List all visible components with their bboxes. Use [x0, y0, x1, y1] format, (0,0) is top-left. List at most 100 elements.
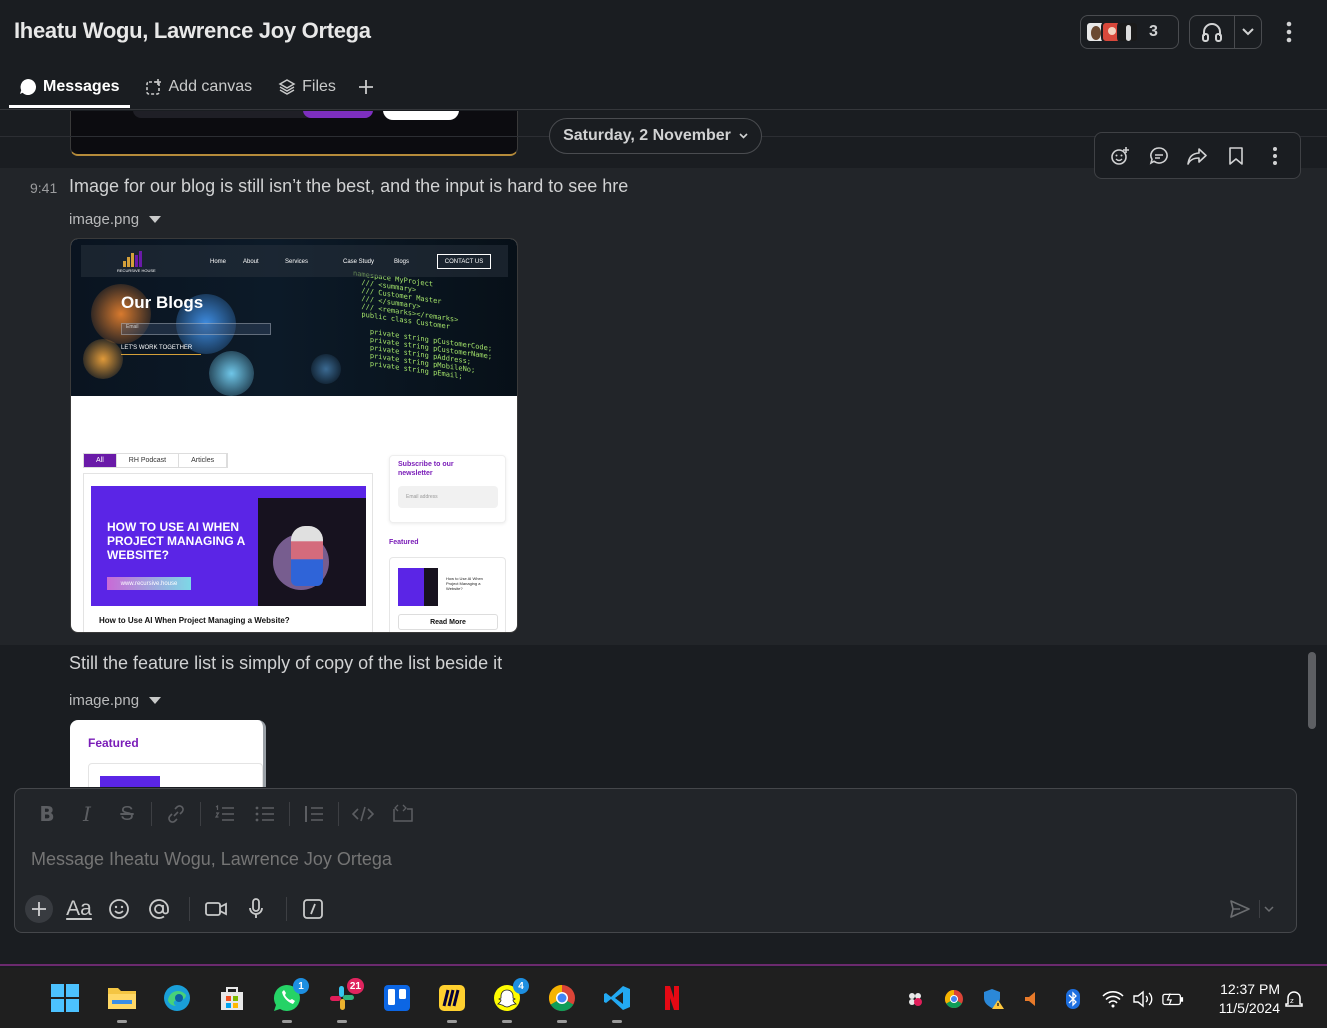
wifi-icon[interactable] — [1102, 988, 1124, 1010]
snapchat-icon[interactable]: 4 — [491, 978, 529, 1014]
attachment-name[interactable]: image.png — [69, 211, 162, 228]
headphones-icon[interactable] — [1190, 16, 1235, 48]
date-divider[interactable]: Saturday, 2 November — [549, 118, 762, 154]
formatting-toolbar: B I S — [27, 799, 423, 829]
conversation-title[interactable]: Iheatu Wogu, Lawrence Joy Ortega — [14, 18, 371, 44]
add-reaction-icon[interactable] — [1106, 142, 1134, 170]
bold-icon[interactable]: B — [27, 799, 67, 829]
emoji-icon[interactable] — [101, 893, 137, 925]
blog-card: HOW TO USE AI WHEN PROJECT MANAGING A WE… — [83, 473, 373, 632]
hero-input: Email — [121, 323, 271, 335]
message-timestamp[interactable]: 9:41 — [30, 180, 57, 196]
toolbar-divider — [1259, 900, 1260, 918]
nav-item: Blogs — [394, 259, 410, 265]
formatting-toggle-icon[interactable]: Aa — [61, 893, 97, 925]
video-clip-icon[interactable] — [198, 893, 234, 925]
message-text: Still the feature list is simply of copy… — [69, 653, 503, 673]
link-icon[interactable] — [156, 799, 196, 829]
more-options-icon[interactable] — [1278, 18, 1300, 46]
tab-messages[interactable]: Messages — [9, 68, 130, 108]
blog-tab: All — [84, 454, 117, 467]
clock-time: 12:37 PM — [1220, 981, 1280, 997]
bluetooth-icon[interactable] — [1062, 988, 1084, 1010]
featured-label: Featured — [389, 539, 419, 546]
caret-down-icon[interactable] — [149, 697, 162, 704]
plus-icon[interactable] — [25, 895, 53, 923]
send-controls — [1225, 895, 1285, 923]
card-title: How to Use AI When Project Managing a We… — [99, 616, 290, 625]
bookmark-icon[interactable] — [1222, 142, 1250, 170]
notification-center-icon[interactable]: z — [1283, 988, 1305, 1010]
tab-add-canvas[interactable]: Add canvas — [135, 68, 263, 105]
banner-url: www.recursive.house — [107, 577, 191, 590]
subscribe-title: Subscribe to our newsletter — [398, 461, 454, 477]
email-field: Email address — [398, 486, 498, 508]
battery-icon[interactable] — [1162, 988, 1184, 1010]
bulleted-list-icon[interactable] — [245, 799, 285, 829]
security-warning-icon[interactable] — [983, 988, 1005, 1010]
running-indicator — [612, 1020, 622, 1023]
reply-thread-icon[interactable] — [1145, 142, 1173, 170]
image-attachment[interactable]: namespace MyProject /// <summary> /// Cu… — [70, 238, 518, 633]
attachment-filename: image.png — [69, 211, 140, 228]
nav-item: Case Study — [343, 259, 375, 265]
vscode-icon[interactable] — [601, 982, 633, 1014]
italic-icon[interactable]: I — [67, 799, 107, 829]
schedule-send-chevron-icon[interactable] — [1264, 900, 1274, 918]
whatsapp-icon[interactable]: 1 — [271, 978, 309, 1014]
running-indicator — [337, 1020, 347, 1023]
clock-date: 11/5/2024 — [1218, 1000, 1280, 1016]
file-explorer-icon[interactable] — [106, 982, 138, 1014]
featured-text: How to Use AI When Project Managing a We… — [446, 576, 483, 591]
caret-down-icon[interactable] — [149, 216, 162, 223]
slack-icon[interactable]: 21 — [326, 978, 364, 1014]
chrome-icon[interactable] — [546, 982, 578, 1014]
mention-icon[interactable] — [141, 893, 177, 925]
trello-icon[interactable] — [381, 982, 413, 1014]
microphone-icon[interactable] — [238, 893, 274, 925]
blog-banner: HOW TO USE AI WHEN PROJECT MANAGING A WE… — [91, 486, 366, 606]
slash-command-icon[interactable] — [295, 893, 331, 925]
attachment-name[interactable]: image.png — [69, 692, 162, 709]
tab-files[interactable]: Files — [268, 68, 346, 105]
tab-label: Messages — [43, 77, 120, 95]
members-button[interactable]: 3 — [1080, 15, 1179, 49]
huddle-button[interactable] — [1189, 15, 1262, 49]
toolbar-divider — [286, 897, 287, 921]
message-list[interactable]: Saturday, 2 November 9:41 Image for our … — [0, 111, 1327, 787]
composer-tools: Aa — [25, 893, 335, 925]
microsoft-store-icon[interactable] — [216, 982, 248, 1014]
running-indicator — [447, 1020, 457, 1023]
chrome-tray-icon[interactable] — [943, 988, 965, 1010]
image-hero: namespace MyProject /// <summary> /// Cu… — [71, 239, 517, 396]
message-bubble-icon — [20, 78, 37, 95]
image-attachment[interactable]: Featured — [70, 720, 266, 787]
blockquote-icon[interactable] — [294, 799, 334, 829]
system-clock[interactable]: 12:37 PM 11/5/2024 — [1200, 980, 1280, 1018]
strikethrough-icon[interactable]: S — [107, 799, 147, 829]
previous-image-attachment[interactable] — [70, 111, 518, 156]
message-actions — [1094, 132, 1301, 179]
add-tab-button[interactable] — [352, 68, 386, 105]
miro-icon[interactable] — [436, 982, 468, 1014]
chevron-down-icon[interactable] — [1235, 28, 1261, 36]
send-icon[interactable] — [1225, 900, 1255, 918]
scrollbar[interactable] — [1308, 652, 1316, 729]
slack-tray-icon[interactable] — [904, 988, 926, 1010]
audio-tray-icon[interactable] — [1020, 988, 1042, 1010]
nav-item: About — [243, 259, 259, 265]
forward-icon[interactable] — [1183, 142, 1211, 170]
volume-icon[interactable] — [1132, 988, 1154, 1010]
featured-card: How to Use AI When Project Managing a We… — [389, 557, 506, 632]
chevron-down-icon — [739, 130, 748, 142]
edge-icon[interactable] — [161, 982, 193, 1014]
code-icon[interactable] — [343, 799, 383, 829]
message-input[interactable] — [31, 849, 1231, 870]
code-block-icon[interactable] — [383, 799, 423, 829]
start-icon[interactable] — [49, 982, 81, 1014]
netflix-icon[interactable] — [656, 982, 688, 1014]
plus-icon — [358, 79, 373, 94]
more-actions-icon[interactable] — [1261, 142, 1289, 170]
running-indicator — [557, 1020, 567, 1023]
ordered-list-icon[interactable] — [205, 799, 245, 829]
